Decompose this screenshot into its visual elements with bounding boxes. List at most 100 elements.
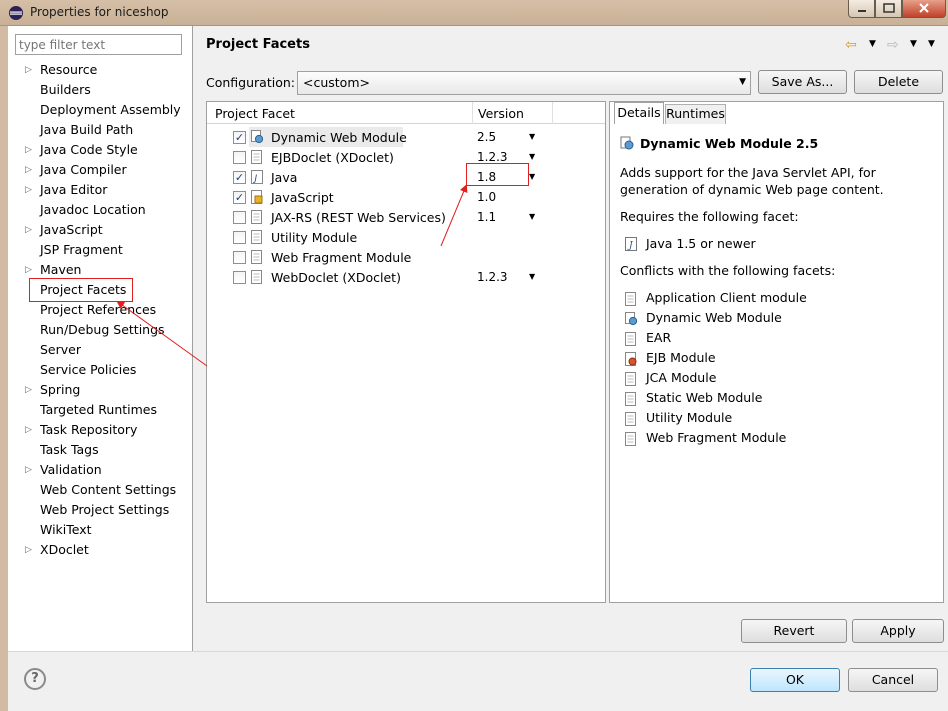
facet-version[interactable]: 1.1: [477, 210, 496, 224]
table-row[interactable]: WebDoclet (XDoclet) 1.2.3 ▼: [207, 267, 605, 287]
help-icon[interactable]: ?: [24, 668, 46, 690]
view-menu-icon[interactable]: ▼: [928, 39, 935, 49]
sidebar-item-label: Task Tags: [40, 442, 99, 457]
facet-version[interactable]: 1.0: [477, 190, 496, 204]
sidebar-item[interactable]: ▷ Validation: [25, 460, 102, 480]
revert-button[interactable]: Revert: [741, 619, 847, 643]
sidebar-item[interactable]: Project References: [40, 300, 156, 320]
facet-icon-wrapper: [251, 130, 265, 144]
back-arrow-icon[interactable]: ⇦: [845, 37, 857, 53]
requires-item: Java 1.5 or newer: [646, 236, 756, 251]
table-row[interactable]: ✓ JavaScript 1.0: [207, 187, 605, 207]
tab-details[interactable]: Details: [614, 102, 664, 124]
facet-name: EJBDoclet (XDoclet): [271, 150, 394, 165]
expand-arrow-icon[interactable]: ▷: [25, 160, 32, 180]
back-menu-icon[interactable]: ▼: [869, 39, 876, 49]
sidebar-item[interactable]: Web Project Settings: [40, 500, 169, 520]
tab-runtimes[interactable]: Runtimes: [665, 104, 726, 124]
sidebar-item[interactable]: JSP Fragment: [40, 240, 123, 260]
expand-arrow-icon[interactable]: ▷: [25, 540, 32, 560]
sidebar-item[interactable]: Web Content Settings: [40, 480, 176, 500]
facet-name: Dynamic Web Module: [271, 130, 407, 145]
expand-arrow-icon[interactable]: ▷: [25, 420, 32, 440]
javascript-icon: [251, 190, 263, 204]
column-divider[interactable]: [552, 102, 553, 124]
save-as-button[interactable]: Save As...: [758, 70, 847, 94]
facet-checkbox[interactable]: [233, 151, 246, 164]
filter-input[interactable]: [15, 34, 182, 55]
sidebar-item[interactable]: ▷ Resource: [25, 60, 97, 80]
facet-checkbox[interactable]: [233, 271, 246, 284]
close-button[interactable]: [902, 0, 946, 18]
table-row[interactable]: Web Fragment Module: [207, 247, 605, 267]
minimize-button[interactable]: [848, 0, 875, 18]
table-row[interactable]: JAX-RS (REST Web Services) 1.1 ▼: [207, 207, 605, 227]
facet-checkbox[interactable]: [233, 231, 246, 244]
sidebar-item[interactable]: ▷ Spring: [25, 380, 80, 400]
sidebar-item[interactable]: ▷ Task Repository: [25, 420, 137, 440]
version-dropdown-icon[interactable]: ▼: [529, 152, 535, 161]
version-dropdown-icon[interactable]: ▼: [529, 172, 535, 181]
configuration-value: <custom>: [303, 75, 370, 90]
facet-checkbox[interactable]: [233, 251, 246, 264]
sidebar-item[interactable]: Server: [40, 340, 81, 360]
sidebar-item-label: Javadoc Location: [40, 202, 146, 217]
expand-arrow-icon[interactable]: ▷: [25, 180, 32, 200]
configuration-select[interactable]: <custom> ▼: [297, 71, 751, 95]
facet-version[interactable]: 1.2.3: [477, 150, 508, 164]
sidebar-item[interactable]: Builders: [40, 80, 91, 100]
details-title: Dynamic Web Module 2.5: [640, 136, 819, 151]
facet-checkbox[interactable]: ✓: [233, 171, 246, 184]
sidebar-item[interactable]: Targeted Runtimes: [40, 400, 157, 420]
facet-name: JavaScript: [271, 190, 334, 205]
cancel-button[interactable]: Cancel: [848, 668, 938, 692]
delete-button[interactable]: Delete: [854, 70, 943, 94]
sidebar-item[interactable]: WikiText: [40, 520, 92, 540]
sidebar-item[interactable]: Task Tags: [40, 440, 99, 460]
sidebar-item[interactable]: Service Policies: [40, 360, 136, 380]
page-icon: [251, 210, 262, 224]
sidebar-item[interactable]: Java Build Path: [40, 120, 133, 140]
expand-arrow-icon[interactable]: ▷: [25, 60, 32, 80]
sidebar-item[interactable]: Deployment Assembly: [40, 100, 181, 120]
version-dropdown-icon[interactable]: ▼: [529, 132, 535, 141]
table-row[interactable]: Utility Module: [207, 227, 605, 247]
column-divider[interactable]: [472, 102, 473, 124]
sidebar-item[interactable]: Javadoc Location: [40, 200, 146, 220]
facet-checkbox[interactable]: [233, 211, 246, 224]
sidebar-item[interactable]: ▷ Java Editor: [25, 180, 107, 200]
expand-arrow-icon[interactable]: ▷: [25, 220, 32, 240]
sidebar-item[interactable]: ▷ Java Compiler: [25, 160, 127, 180]
facet-checkbox[interactable]: ✓: [233, 131, 246, 144]
apply-button[interactable]: Apply: [852, 619, 944, 643]
version-dropdown-icon[interactable]: ▼: [529, 212, 535, 221]
facet-version[interactable]: 1.2.3: [477, 270, 508, 284]
sidebar-item[interactable]: ▷ Java Code Style: [25, 140, 138, 160]
forward-menu-icon[interactable]: ▼: [910, 39, 917, 49]
conflict-label: JCA Module: [646, 370, 717, 385]
version-dropdown-icon[interactable]: ▼: [529, 272, 535, 281]
table-row[interactable]: EJBDoclet (XDoclet) 1.2.3 ▼: [207, 147, 605, 167]
sidebar-item-label: JSP Fragment: [40, 242, 123, 257]
expand-arrow-icon[interactable]: ▷: [25, 140, 32, 160]
table-row[interactable]: ✓ J Java 1.8 ▼: [207, 167, 605, 187]
facet-checkbox[interactable]: ✓: [233, 191, 246, 204]
sidebar-item[interactable]: ▷ XDoclet: [25, 540, 89, 560]
sidebar-item[interactable]: Run/Debug Settings: [40, 320, 165, 340]
column-header-version[interactable]: Version: [478, 106, 524, 121]
conflict-label: Static Web Module: [646, 390, 763, 405]
column-header-facet[interactable]: Project Facet: [215, 106, 295, 121]
sidebar-item-label: Deployment Assembly: [40, 102, 181, 117]
expand-arrow-icon[interactable]: ▷: [25, 260, 32, 280]
table-row[interactable]: ✓ Dynamic Web Module 2.5 ▼: [207, 127, 605, 147]
maximize-button[interactable]: [875, 0, 902, 18]
facet-version[interactable]: 2.5: [477, 130, 496, 144]
conflict-icon-wrapper: [625, 332, 637, 346]
minimize-icon: [858, 10, 866, 12]
sidebar-item[interactable]: ▷ Maven: [25, 260, 81, 280]
ok-button[interactable]: OK: [750, 668, 840, 692]
expand-arrow-icon[interactable]: ▷: [25, 380, 32, 400]
sidebar-item[interactable]: ▷ JavaScript: [25, 220, 103, 240]
forward-arrow-icon[interactable]: ⇨: [887, 37, 899, 53]
expand-arrow-icon[interactable]: ▷: [25, 460, 32, 480]
